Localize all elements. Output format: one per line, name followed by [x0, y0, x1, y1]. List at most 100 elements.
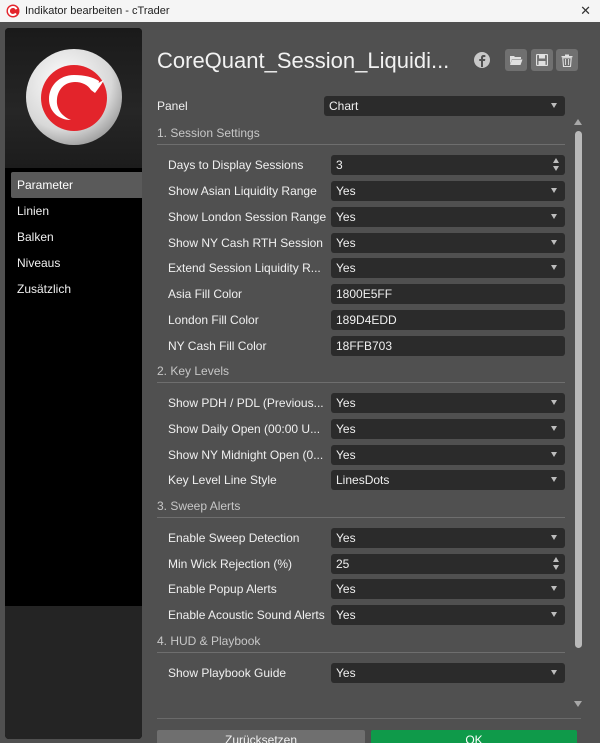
param-value: Yes	[336, 448, 356, 462]
param-value: Yes	[336, 236, 356, 250]
asia-color-field[interactable]: 1800E5FF	[331, 284, 565, 304]
window-title: Indikator bearbeiten - cTrader	[25, 5, 170, 17]
param-label: Enable Popup Alerts	[168, 582, 277, 596]
chevron-down-icon	[551, 586, 557, 591]
param-value: LinesDots	[336, 473, 390, 487]
panel-label: Panel	[157, 99, 188, 113]
sidebar-item-parameter[interactable]: Parameter	[11, 172, 142, 198]
sidebar-item-balken[interactable]: Balken	[11, 224, 142, 250]
delete-button[interactable]	[556, 49, 578, 71]
param-row-daily-open: Show Daily Open (00:00 U... Yes	[157, 419, 567, 439]
asian-range-dropdown[interactable]: Yes	[331, 181, 565, 201]
param-row-ny-midnight: Show NY Midnight Open (0... Yes	[157, 445, 567, 465]
param-value: Yes	[336, 666, 356, 680]
sidebar-item-niveaus[interactable]: Niveaus	[11, 250, 142, 276]
section-title: 1. Session Settings	[157, 126, 260, 140]
chevron-down-icon	[551, 400, 557, 405]
section-header-hud-playbook: 4. HUD & Playbook	[157, 633, 565, 653]
param-value: 189D4EDD	[336, 313, 397, 327]
pdh-pdl-dropdown[interactable]: Yes	[331, 393, 565, 413]
reset-button[interactable]: Zurücksetzen	[157, 730, 365, 743]
chevron-down-icon	[551, 535, 557, 540]
sidebar-footer-area	[5, 606, 142, 739]
section-title: 3. Sweep Alerts	[157, 499, 241, 513]
scroll-down-arrow-icon[interactable]	[574, 701, 582, 707]
param-label: Enable Acoustic Sound Alerts	[168, 608, 325, 622]
spinner-icon[interactable]	[553, 158, 559, 172]
param-value: Yes	[336, 184, 356, 198]
days-stepper[interactable]: 3	[331, 155, 565, 175]
ny-midnight-dropdown[interactable]: Yes	[331, 445, 565, 465]
logo-area	[5, 28, 142, 168]
param-row-london: Show London Session Range Yes	[157, 207, 567, 227]
line-style-dropdown[interactable]: LinesDots	[331, 470, 565, 490]
param-row-line-style: Key Level Line Style LinesDots	[157, 470, 567, 490]
daily-open-dropdown[interactable]: Yes	[331, 419, 565, 439]
param-row-wick: Min Wick Rejection (%) 25	[157, 554, 567, 574]
param-label: Min Wick Rejection (%)	[168, 557, 293, 571]
param-value: Yes	[336, 582, 356, 596]
open-folder-button[interactable]	[505, 49, 527, 71]
ny-color-field[interactable]: 18FFB703	[331, 336, 565, 356]
param-label: Key Level Line Style	[168, 473, 277, 487]
footer-divider	[157, 718, 581, 719]
london-range-dropdown[interactable]: Yes	[331, 207, 565, 227]
param-value: Yes	[336, 396, 356, 410]
param-row-asian: Show Asian Liquidity Range Yes	[157, 181, 567, 201]
param-value: 18FFB703	[336, 339, 393, 353]
param-value: Yes	[336, 422, 356, 436]
chevron-down-icon	[551, 670, 557, 675]
wick-rejection-stepper[interactable]: 25	[331, 554, 565, 574]
ok-button[interactable]: OK	[371, 730, 577, 743]
panel-row: Panel Chart	[157, 96, 567, 116]
spinner-icon[interactable]	[553, 557, 559, 571]
section-header-sweep-alerts: 3. Sweep Alerts	[157, 498, 565, 518]
param-row-popup: Enable Popup Alerts Yes	[157, 579, 567, 599]
param-row-pdh: Show PDH / PDL (Previous... Yes	[157, 393, 567, 413]
chevron-down-icon	[551, 452, 557, 457]
param-value: 3	[336, 158, 343, 172]
ny-rth-dropdown[interactable]: Yes	[331, 233, 565, 253]
sidebar-item-zusatzlich[interactable]: Zusätzlich	[11, 276, 142, 302]
chevron-down-icon	[551, 214, 557, 219]
param-label: Days to Display Sessions	[168, 158, 304, 172]
param-value: Yes	[336, 210, 356, 224]
acoustic-alerts-dropdown[interactable]: Yes	[331, 605, 565, 625]
section-header-session-settings: 1. Session Settings	[157, 125, 565, 145]
param-label: Show NY Midnight Open (0...	[168, 448, 324, 462]
folder-open-icon	[510, 56, 523, 65]
save-icon	[536, 54, 548, 66]
panel-dropdown[interactable]: Chart	[324, 96, 565, 116]
chevron-down-icon	[551, 103, 557, 108]
chevron-down-icon	[551, 240, 557, 245]
ctrader-logo	[26, 49, 122, 145]
param-row-sweep: Enable Sweep Detection Yes	[157, 528, 567, 548]
chevron-down-icon	[551, 426, 557, 431]
indicator-title: CoreQuant_Session_Liquidi...	[157, 48, 450, 73]
param-label: Show PDH / PDL (Previous...	[168, 396, 324, 410]
sweep-detection-dropdown[interactable]: Yes	[331, 528, 565, 548]
popup-alerts-dropdown[interactable]: Yes	[331, 579, 565, 599]
window-titlebar: Indikator bearbeiten - cTrader ✕	[0, 0, 600, 22]
scroll-up-arrow-icon[interactable]	[574, 119, 582, 125]
extend-liquidity-dropdown[interactable]: Yes	[331, 258, 565, 278]
param-row-ny-color: NY Cash Fill Color 18FFB703	[157, 336, 567, 356]
london-color-field[interactable]: 189D4EDD	[331, 310, 565, 330]
param-label: Show Playbook Guide	[168, 666, 287, 680]
scroll-clip-edge	[157, 698, 567, 710]
param-value: Yes	[336, 531, 356, 545]
sidebar-item-linien[interactable]: Linien	[11, 198, 142, 224]
playbook-guide-dropdown[interactable]: Yes	[331, 663, 565, 683]
ctrader-app-icon	[6, 4, 20, 18]
param-row-extend: Extend Session Liquidity R... Yes	[157, 258, 567, 278]
param-label: Enable Sweep Detection	[168, 531, 300, 545]
param-label: Asia Fill Color	[168, 287, 243, 301]
window-close-button[interactable]: ✕	[580, 3, 591, 19]
param-value: 1800E5FF	[336, 287, 393, 301]
save-button[interactable]	[531, 49, 553, 71]
param-label: Extend Session Liquidity R...	[168, 261, 321, 275]
facebook-icon[interactable]	[472, 50, 492, 70]
scrollbar-thumb[interactable]	[575, 131, 582, 648]
param-row-days: Days to Display Sessions 3	[157, 155, 567, 175]
param-value: 25	[336, 557, 350, 571]
